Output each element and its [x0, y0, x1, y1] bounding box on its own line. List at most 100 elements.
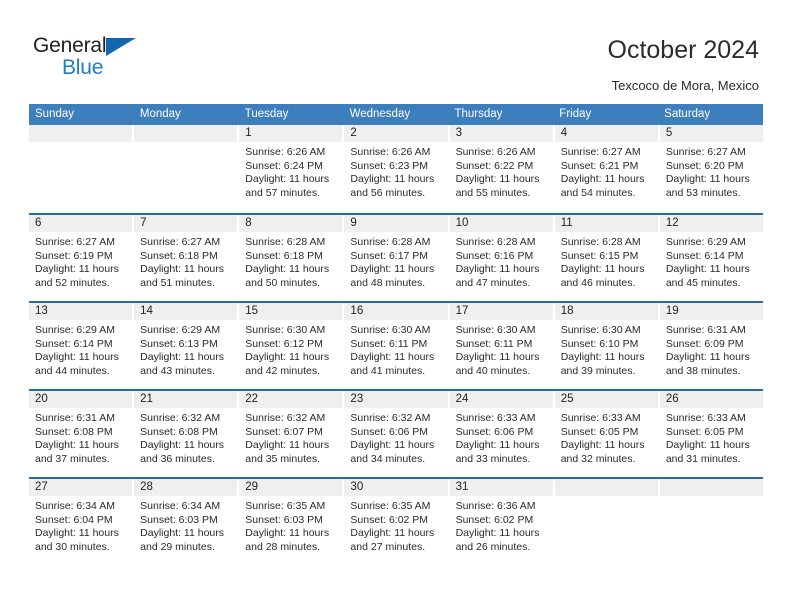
calendar-day-cell-empty: [29, 125, 135, 213]
sunset-text: Sunset: 6:11 PM: [455, 337, 533, 350]
daylight-text-line1: Daylight: 11 hours: [140, 263, 224, 276]
calendar-week-row: 6 Sunrise: 6:27 AM Sunset: 6:19 PM Daylight…: [29, 213, 763, 301]
calendar-day-cell[interactable]: 16 Sunrise: 6:30 AM Sunset: 6:11 PM Dayligh…: [344, 303, 450, 389]
sunrise-text: Sunrise: 6:30 AM: [350, 324, 431, 336]
daylight-text-line1: Daylight: 11 hours: [665, 263, 750, 276]
calendar-day-cell[interactable]: 31 Sunrise: 6:36 AM Sunset: 6:02 PM Dayligh…: [449, 479, 555, 565]
calendar-day-cell[interactable]: 18 Sunrise: 6:30 AM Sunset: 6:10 PM Dayligh…: [554, 303, 660, 389]
day-number: 3: [455, 127, 462, 139]
calendar-day-cell[interactable]: 30 Sunrise: 6:35 AM Sunset: 6:02 PM Dayligh…: [344, 479, 450, 565]
calendar-day-cell[interactable]: 22 Sunrise: 6:32 AM Sunset: 6:07 PM Dayligh…: [239, 391, 345, 477]
sunrise-text: Sunrise: 6:36 AM: [455, 500, 536, 512]
day-number-band: 11: [554, 215, 658, 232]
daylight-text-line1: Daylight: 11 hours: [140, 439, 224, 452]
daylight-text-line2: and 33 minutes.: [455, 452, 531, 465]
calendar-day-cell[interactable]: 14 Sunrise: 6:29 AM Sunset: 6:13 PM Dayligh…: [134, 303, 240, 389]
daylight-text-line2: and 52 minutes.: [35, 276, 110, 289]
calendar-day-cell[interactable]: 12 Sunrise: 6:29 AM Sunset: 6:14 PM Dayligh…: [659, 215, 763, 301]
day-details: Sunrise: 6:28 AM Sunset: 6:18 PM Daylight:…: [239, 232, 342, 290]
daylight-text-line1: Daylight: 11 hours: [350, 351, 435, 364]
sunrise-text: Sunrise: 6:33 AM: [455, 412, 536, 424]
daylight-text-line2: and 56 minutes.: [350, 186, 426, 199]
calendar-day-cell[interactable]: 11 Sunrise: 6:28 AM Sunset: 6:15 PM Dayligh…: [554, 215, 660, 301]
calendar-day-cell[interactable]: 15 Sunrise: 6:30 AM Sunset: 6:12 PM Dayligh…: [239, 303, 345, 389]
daylight-text-line1: Daylight: 11 hours: [35, 351, 119, 364]
sunset-text: Sunset: 6:08 PM: [140, 425, 218, 438]
day-number-band: 25: [554, 391, 658, 408]
calendar-table: Sunday Monday Tuesday Wednesday Thursday…: [29, 104, 763, 565]
sunrise-text: Sunrise: 6:29 AM: [665, 236, 746, 248]
day-details: Sunrise: 6:30 AM Sunset: 6:12 PM Daylight:…: [239, 320, 342, 378]
calendar-day-cell[interactable]: 1 Sunrise: 6:26 AM Sunset: 6:24 PM Daylight…: [239, 125, 345, 213]
weekday-header-monday: Monday: [139, 108, 181, 120]
day-number-band: 28: [134, 479, 238, 496]
calendar-weeks: 1 Sunrise: 6:26 AM Sunset: 6:24 PM Daylight…: [29, 125, 763, 565]
calendar-day-cell[interactable]: 10 Sunrise: 6:28 AM Sunset: 6:16 PM Dayligh…: [449, 215, 555, 301]
day-number: 7: [140, 217, 147, 229]
sunset-text: Sunset: 6:20 PM: [665, 159, 744, 172]
day-number-band: 7: [134, 215, 238, 232]
sunset-text: Sunset: 6:13 PM: [140, 337, 218, 350]
sunset-text: Sunset: 6:06 PM: [350, 425, 429, 438]
day-number-band: 14: [134, 303, 238, 320]
daylight-text-line2: and 34 minutes.: [350, 452, 426, 465]
daylight-text-line1: Daylight: 11 hours: [665, 173, 750, 186]
calendar-day-cell[interactable]: 19 Sunrise: 6:31 AM Sunset: 6:09 PM Dayligh…: [659, 303, 763, 389]
day-number: 30: [350, 481, 364, 493]
day-number: 22: [245, 393, 259, 405]
calendar-day-cell[interactable]: 8 Sunrise: 6:28 AM Sunset: 6:18 PM Daylight…: [239, 215, 345, 301]
weekday-header-thursday: Thursday: [454, 108, 503, 120]
daylight-text-line1: Daylight: 11 hours: [350, 527, 435, 540]
daylight-text-line1: Daylight: 11 hours: [245, 263, 330, 276]
day-number-band: 21: [134, 391, 238, 408]
sunset-text: Sunset: 6:24 PM: [245, 159, 323, 172]
day-details: Sunrise: 6:27 AM Sunset: 6:20 PM Daylight:…: [660, 142, 763, 200]
day-details: Sunrise: 6:27 AM Sunset: 6:19 PM Daylight:…: [29, 232, 132, 290]
day-number-band: 20: [29, 391, 133, 408]
daylight-text-line1: Daylight: 11 hours: [350, 173, 435, 186]
calendar-day-cell[interactable]: 4 Sunrise: 6:27 AM Sunset: 6:21 PM Daylight…: [554, 125, 660, 213]
calendar-day-cell[interactable]: 2 Sunrise: 6:26 AM Sunset: 6:23 PM Daylight…: [344, 125, 450, 213]
calendar-day-cell[interactable]: 29 Sunrise: 6:35 AM Sunset: 6:03 PM Dayligh…: [239, 479, 345, 565]
calendar-day-cell[interactable]: 17 Sunrise: 6:30 AM Sunset: 6:11 PM Dayligh…: [449, 303, 555, 389]
weekday-header-friday: Friday: [559, 108, 592, 120]
day-details: [29, 142, 132, 146]
daylight-text-line2: and 35 minutes.: [245, 452, 320, 465]
sunset-text: Sunset: 6:08 PM: [35, 425, 113, 438]
daylight-text-line1: Daylight: 11 hours: [455, 527, 540, 540]
calendar-day-cell[interactable]: 9 Sunrise: 6:28 AM Sunset: 6:17 PM Daylight…: [344, 215, 450, 301]
calendar-day-cell[interactable]: 7 Sunrise: 6:27 AM Sunset: 6:18 PM Daylight…: [134, 215, 240, 301]
calendar-day-cell[interactable]: 24 Sunrise: 6:33 AM Sunset: 6:06 PM Dayligh…: [449, 391, 555, 477]
calendar-day-cell[interactable]: 23 Sunrise: 6:32 AM Sunset: 6:06 PM Dayligh…: [344, 391, 450, 477]
daylight-text-line2: and 29 minutes.: [140, 540, 215, 553]
calendar-day-cell[interactable]: 28 Sunrise: 6:34 AM Sunset: 6:03 PM Dayligh…: [134, 479, 240, 565]
sunrise-text: Sunrise: 6:28 AM: [455, 236, 536, 248]
calendar-day-cell[interactable]: 27 Sunrise: 6:34 AM Sunset: 6:04 PM Dayligh…: [29, 479, 135, 565]
general-blue-logo[interactable]: General Blue: [33, 34, 148, 82]
calendar-day-cell[interactable]: 13 Sunrise: 6:29 AM Sunset: 6:14 PM Dayligh…: [29, 303, 135, 389]
daylight-text-line2: and 31 minutes.: [665, 452, 741, 465]
sunset-text: Sunset: 6:05 PM: [560, 425, 639, 438]
calendar-day-cell[interactable]: 25 Sunrise: 6:33 AM Sunset: 6:05 PM Dayligh…: [554, 391, 660, 477]
calendar-day-cell[interactable]: 21 Sunrise: 6:32 AM Sunset: 6:08 PM Dayligh…: [134, 391, 240, 477]
day-number: 6: [35, 217, 42, 229]
day-number-band: 23: [344, 391, 448, 408]
sunrise-text: Sunrise: 6:28 AM: [350, 236, 431, 248]
calendar-day-cell[interactable]: 3 Sunrise: 6:26 AM Sunset: 6:22 PM Daylight…: [449, 125, 555, 213]
daylight-text-line2: and 50 minutes.: [245, 276, 320, 289]
page-title: October 2024: [607, 36, 760, 64]
calendar-day-cell[interactable]: 6 Sunrise: 6:27 AM Sunset: 6:19 PM Daylight…: [29, 215, 135, 301]
sunset-text: Sunset: 6:10 PM: [560, 337, 639, 350]
calendar-day-cell[interactable]: 5 Sunrise: 6:27 AM Sunset: 6:20 PM Daylight…: [659, 125, 763, 213]
day-details: Sunrise: 6:34 AM Sunset: 6:03 PM Daylight:…: [134, 496, 237, 554]
sunrise-text: Sunrise: 6:30 AM: [245, 324, 326, 336]
day-number-band: 19: [659, 303, 763, 320]
day-details: Sunrise: 6:27 AM Sunset: 6:21 PM Daylight:…: [555, 142, 658, 200]
weekday-header-wednesday: Wednesday: [349, 108, 411, 120]
calendar-day-cell[interactable]: 26 Sunrise: 6:33 AM Sunset: 6:05 PM Dayligh…: [659, 391, 763, 477]
day-details: Sunrise: 6:31 AM Sunset: 6:09 PM Daylight:…: [660, 320, 763, 378]
daylight-text-line1: Daylight: 11 hours: [35, 263, 119, 276]
calendar-day-cell[interactable]: 20 Sunrise: 6:31 AM Sunset: 6:08 PM Dayligh…: [29, 391, 135, 477]
day-details: Sunrise: 6:33 AM Sunset: 6:05 PM Daylight:…: [555, 408, 658, 466]
day-details: Sunrise: 6:33 AM Sunset: 6:05 PM Daylight:…: [660, 408, 763, 466]
